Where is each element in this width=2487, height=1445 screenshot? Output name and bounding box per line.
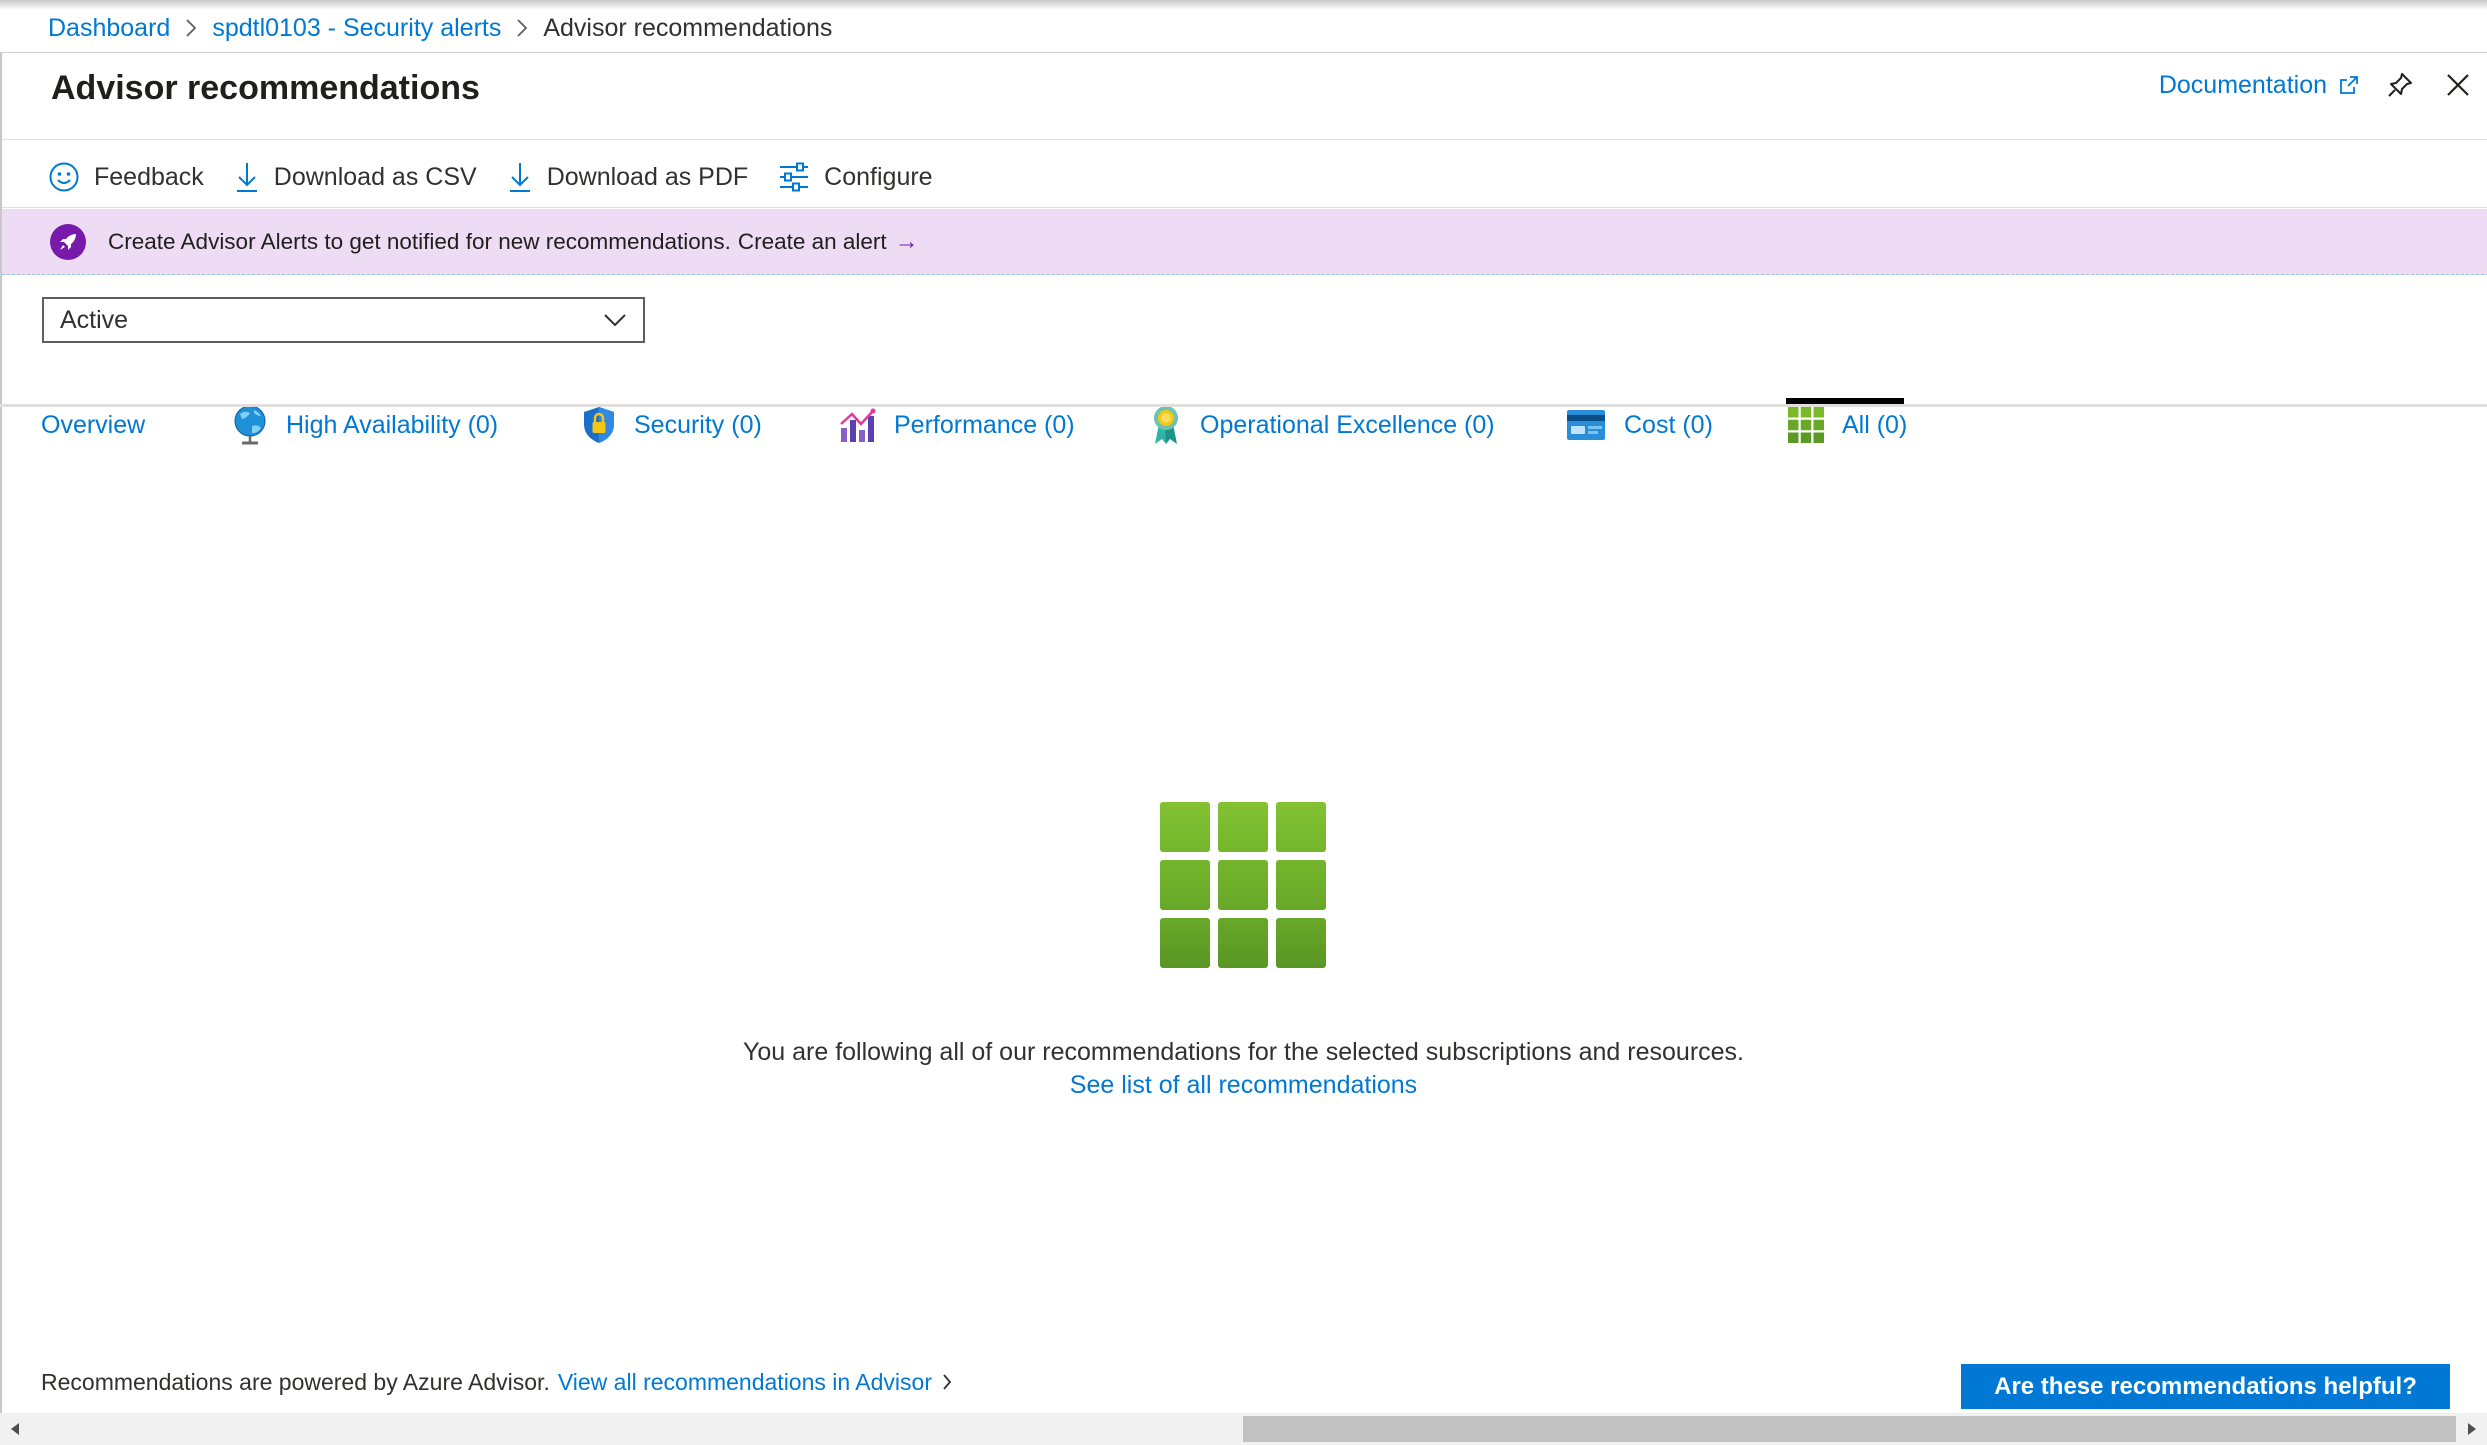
status-filter-value: Active (60, 305, 129, 334)
view-all-in-advisor-link[interactable]: View all recommendations in Advisor (558, 1369, 952, 1396)
tab-performance-label: Performance (0) (894, 410, 1075, 439)
tab-overview-label: Overview (41, 410, 146, 439)
chevron-down-icon (604, 314, 626, 327)
download-icon (236, 163, 257, 192)
chevron-right-icon (501, 18, 543, 38)
page-title: Advisor recommendations (51, 69, 480, 107)
tab-cost[interactable]: Cost (0) (1566, 389, 1713, 461)
create-alert-label: Create an alert (737, 228, 887, 254)
chevron-right-icon (943, 1374, 952, 1390)
download-csv-label: Download as CSV (273, 162, 477, 191)
tab-high-availability[interactable]: High Availability (0) (232, 389, 498, 461)
breadcrumb: Dashboard spdtl0103 - Security alerts Ad… (48, 12, 832, 44)
see-all-recommendations-link[interactable]: See list of all recommendations (1070, 1071, 1417, 1099)
empty-state-message: You are following all of our recommendat… (742, 1038, 1744, 1066)
documentation-link[interactable]: Documentation (2159, 71, 2359, 100)
footer-text: Recommendations are powered by Azure Adv… (41, 1368, 550, 1395)
scroll-right-arrow-icon[interactable] (2457, 1413, 2487, 1445)
tab-operational-excellence[interactable]: Operational Excellence (0) (1150, 389, 1495, 461)
advisor-alerts-banner: Create Advisor Alerts to get notified fo… (2, 209, 2487, 275)
tab-performance[interactable]: Performance (0) (838, 389, 1075, 461)
green-grid-icon (1160, 802, 1330, 972)
credit-card-icon (1567, 410, 1605, 440)
tab-operational-excellence-label: Operational Excellence (0) (1200, 410, 1495, 439)
header-divider (2, 139, 2487, 140)
download-pdf-label: Download as PDF (546, 162, 749, 191)
horizontal-scrollbar[interactable] (0, 1413, 2487, 1445)
configure-label: Configure (824, 162, 933, 191)
download-csv-button[interactable]: Download as CSV (234, 161, 477, 193)
footer: Recommendations are powered by Azure Adv… (41, 1362, 952, 1402)
documentation-label: Documentation (2158, 70, 2327, 99)
download-pdf-button[interactable]: Download as PDF (507, 161, 748, 193)
performance-chart-icon (840, 408, 876, 442)
configure-button[interactable]: Configure (778, 162, 933, 192)
breadcrumb-current: Advisor recommendations (543, 13, 833, 42)
shield-lock-icon (584, 407, 614, 443)
breadcrumb-dashboard[interactable]: Dashboard (48, 14, 170, 43)
smiley-icon (49, 162, 79, 192)
tab-all-label: All (0) (1842, 410, 1908, 439)
chevron-right-icon (170, 18, 212, 38)
globe-icon (234, 405, 266, 445)
pin-icon (2388, 73, 2412, 97)
scroll-left-arrow-icon[interactable] (0, 1413, 30, 1445)
tab-security-label: Security (0) (634, 410, 762, 439)
command-bar: Feedback Download as CSV Download as PDF (48, 151, 963, 203)
download-icon (509, 163, 530, 192)
pin-button[interactable] (2371, 63, 2429, 107)
rocket-icon (50, 223, 86, 260)
sliders-icon (780, 162, 809, 192)
advisor-blade: Advisor recommendations Documentation Fe… (0, 52, 2487, 1445)
feedback-label: Feedback (94, 162, 204, 191)
helpful-feedback-button[interactable]: Are these recommendations helpful? (1961, 1364, 2450, 1409)
grid-icon (1788, 407, 1824, 443)
tab-overview[interactable]: Overview (41, 389, 145, 461)
empty-state-link-row: See list of all recommendations (0, 1071, 2487, 1100)
feedback-button[interactable]: Feedback (48, 161, 204, 193)
create-alert-link[interactable]: Create an alert → (738, 228, 919, 256)
tabs-divider (0, 404, 2487, 407)
scrollbar-thumb[interactable] (1243, 1416, 2456, 1442)
top-shadow (0, 0, 2487, 10)
close-icon (2447, 74, 2469, 96)
category-tabs: Overview High Availability (0) Security … (2, 389, 2487, 461)
award-ribbon-icon (1154, 406, 1178, 444)
blade-header-actions: Documentation (2159, 63, 2487, 107)
external-link-icon (2340, 76, 2358, 94)
status-filter-dropdown[interactable]: Active (42, 297, 645, 343)
tab-cost-label: Cost (0) (1624, 410, 1713, 439)
tab-security[interactable]: Security (0) (582, 389, 762, 461)
breadcrumb-security-alerts[interactable]: spdtl0103 - Security alerts (212, 14, 501, 43)
close-button[interactable] (2429, 63, 2487, 107)
view-all-in-advisor-label: View all recommendations in Advisor (557, 1368, 932, 1395)
arrow-right-icon: → (894, 227, 919, 255)
banner-message: Create Advisor Alerts to get notified fo… (108, 228, 731, 254)
toolbar-divider (2, 207, 2487, 208)
tab-high-availability-label: High Availability (0) (286, 410, 499, 439)
